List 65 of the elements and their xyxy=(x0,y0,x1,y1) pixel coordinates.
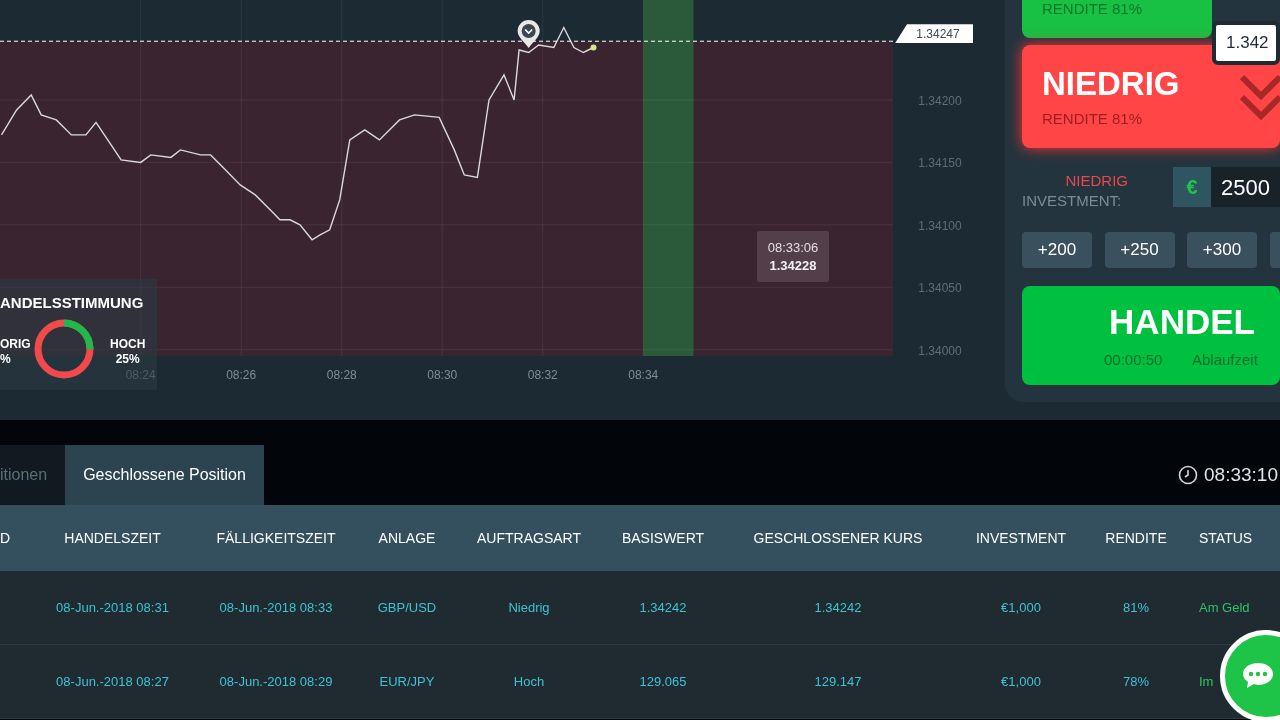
amount-button[interactable]: +300 xyxy=(1187,232,1257,268)
table-cell: Niedrig xyxy=(508,599,550,615)
amount-field[interactable]: 2500 xyxy=(1211,167,1280,207)
column-header: AUFTRAGSART xyxy=(476,528,582,548)
current-price-dot xyxy=(590,44,597,51)
high-return: RENDITE 81% xyxy=(1042,0,1143,19)
column-header: RENDITE xyxy=(1104,528,1168,548)
column-header: GESCHLOSSENER KURS xyxy=(752,528,924,548)
countdown: 00:00:50 xyxy=(1104,350,1163,370)
axis-label: 1.34200 xyxy=(917,92,963,110)
table-cell: EUR/JPY xyxy=(379,673,435,689)
table-cell: 129.147 xyxy=(814,673,862,689)
column-header: ANLAGE xyxy=(377,528,437,548)
location-pin-icon xyxy=(517,20,540,48)
axis-label: 08:26 xyxy=(225,367,258,384)
low-share-label: ORIG % xyxy=(0,337,31,367)
column-header: STATUS xyxy=(1198,528,1254,548)
table-cell: GBP/USD xyxy=(377,599,437,615)
table-cell: 78% xyxy=(1123,673,1149,689)
sentiment-donut xyxy=(33,318,95,380)
price-box: 1.342 xyxy=(1212,21,1280,65)
high-share-label: HOCH 25% xyxy=(110,337,146,367)
table-cell: 08-Jun.-2018 08:33 xyxy=(219,599,333,615)
column-header: HANDELSZEIT xyxy=(63,528,162,548)
table-cell: €1,000 xyxy=(1001,673,1041,689)
amount-button[interactable]: +250 xyxy=(1104,232,1175,268)
table-cell: 1.34242 xyxy=(814,599,862,615)
table-cell: €1,000 xyxy=(1001,599,1041,615)
table-cell: 1.34242 xyxy=(639,599,687,615)
tab[interactable]: Geschlossene Position xyxy=(65,445,264,505)
tooltip-price: 1.34228 xyxy=(769,256,817,275)
table-cell: Am Geld xyxy=(1199,599,1250,615)
investment-label: INVESTMENT: xyxy=(1022,191,1122,211)
axis-label: 08:34 xyxy=(627,367,660,384)
column-header: BASISWERT xyxy=(620,528,706,548)
axis-label: 08:30 xyxy=(426,367,459,384)
table-cell: Hoch xyxy=(513,673,545,689)
countdown-caption: Ablaufzeit xyxy=(1192,350,1258,370)
column-header: INVESTMENT xyxy=(974,528,1068,548)
currency-badge: € xyxy=(1173,167,1211,207)
axis-label: 08:32 xyxy=(526,367,559,384)
axis-label: 1.34000 xyxy=(917,342,963,360)
sentiment-title: ANDELSSTIMMUNG xyxy=(0,293,144,313)
column-header: FÄLLIGKEITSZEIT xyxy=(215,528,337,548)
table-cell: Im xyxy=(1199,673,1214,689)
table-cell: 08-Jun.-2018 08:27 xyxy=(56,673,169,689)
table-cell: 129.065 xyxy=(639,673,687,689)
axis-label: 08:28 xyxy=(325,367,358,384)
trade-title: HANDEL xyxy=(1108,304,1256,339)
table-cell: 08-Jun.-2018 08:31 xyxy=(56,599,169,615)
clock-icon xyxy=(1178,465,1199,485)
axis-label: 1.34050 xyxy=(917,280,963,298)
axis-label: 1.34150 xyxy=(917,155,963,173)
table-cell: 08-Jun.-2018 08:29 xyxy=(219,673,333,689)
direction-label: NIEDRIG xyxy=(1064,171,1128,191)
price-tag: 1.34247 xyxy=(895,24,973,44)
amount-button[interactable]: +200 xyxy=(1022,232,1092,268)
clock-time: 08:33:10 xyxy=(1204,462,1278,487)
chat-icon xyxy=(1241,661,1275,691)
low-title: NIEDRIG xyxy=(1042,67,1180,100)
axis-label: 1.34100 xyxy=(917,217,963,235)
column-header: D xyxy=(0,528,12,548)
table-cell: 81% xyxy=(1123,599,1149,615)
low-return: RENDITE 81% xyxy=(1042,109,1143,129)
tooltip-time: 08:33:06 xyxy=(767,238,819,257)
